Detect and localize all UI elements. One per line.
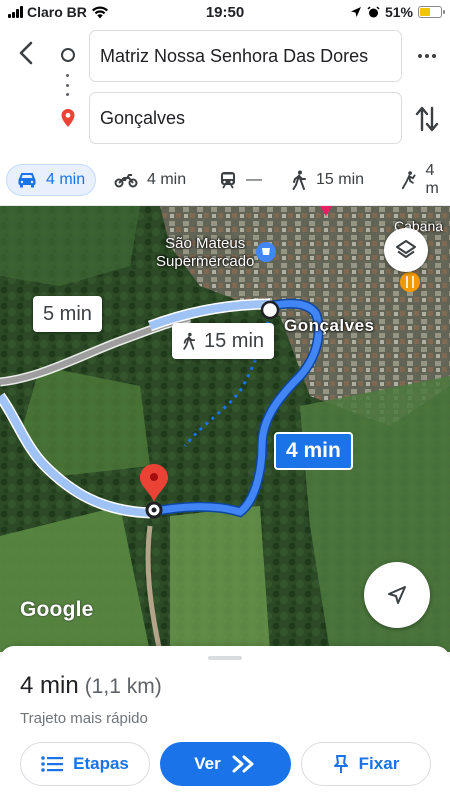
origin-dot-icon [61,48,75,62]
pin-button[interactable]: Fixar [301,742,431,786]
navigation-arrow-icon [388,586,406,604]
map-layers-button[interactable] [384,228,428,272]
mode-motorcycle[interactable]: 4 min [114,164,186,196]
poi-label-supermarket[interactable]: São Mateus Supermercado [156,235,254,271]
walk-route-time-label[interactable]: 15 min [172,323,275,359]
list-icon [41,756,64,772]
poi-label-supermarket-line2: Supermercado [156,253,255,270]
mode-ride[interactable]: 4 m [400,162,450,197]
route-distance: (1,1 km) [84,675,162,698]
my-location-button[interactable] [364,562,430,628]
view-button[interactable]: Ver [160,742,291,786]
view-button-label: Ver [194,754,221,773]
mode-car[interactable]: 4 min [6,164,97,196]
route-summary: 4 min (1,1 km) [20,672,162,700]
mode-walk-label: 15 min [316,171,365,188]
back-button[interactable] [14,40,40,66]
double-chevron-icon [232,755,254,773]
map-view[interactable]: São Mateus Supermercado Gonçalves Cabana… [0,206,450,652]
swap-route-button[interactable] [414,105,440,133]
google-attribution: Google [20,598,94,621]
status-bar: Claro BR 19:50 51% [0,0,450,26]
route-duration: 4 min [20,672,79,699]
mode-car-label: 4 min [46,171,86,188]
alarm-icon [367,5,380,17]
destination-pin-icon [61,109,75,127]
steps-button-label: Etapas [73,754,129,773]
travel-mode-tabs: 4 min 4 min — 15 min 4 m [0,150,450,206]
alt-route-time-label[interactable]: 5 min [33,296,102,332]
layers-icon [396,240,416,258]
route-header: Matriz Nossa Senhora Das Dores Gonçalves [0,26,450,150]
status-right: 51% [350,4,445,20]
motorcycle-icon [114,174,138,188]
alt-route-time: 5 min [43,302,92,325]
location-arrow-icon [350,7,361,17]
transit-icon [221,172,235,189]
mode-ride-label: 4 m [425,162,439,197]
route-dots-icon [66,74,70,96]
route-subtitle: Trajeto mais rápido [20,710,148,727]
mode-transit-label: — [246,171,262,188]
selected-route-time: 4 min [286,439,341,462]
poi-label-supermarket-line1: São Mateus [165,235,246,252]
destination-input[interactable]: Gonçalves [89,92,402,144]
mode-transit[interactable]: — [219,164,262,196]
battery-percent: 51% [384,4,413,20]
mode-motorcycle-label: 4 min [147,171,187,188]
route-summary-sheet: 4 min (1,1 km) Trajeto mais rápido Etapas… [0,646,450,800]
pin-button-label: Fixar [358,754,400,773]
walk-icon [183,332,196,350]
origin-input[interactable]: Matriz Nossa Senhora Das Dores [89,30,402,82]
steps-button[interactable]: Etapas [20,742,150,786]
sheet-drag-handle[interactable] [208,656,242,660]
battery-icon [418,6,445,18]
pushpin-icon [333,755,348,773]
selected-route-time-label[interactable]: 4 min [274,432,353,470]
mode-walk[interactable]: 15 min [291,164,364,196]
ride-icon [401,171,416,190]
town-label: Gonçalves [284,316,375,335]
walk-route-time: 15 min [204,329,265,352]
car-icon [18,173,36,188]
more-options-button[interactable] [414,46,440,66]
walk-icon [292,170,306,190]
